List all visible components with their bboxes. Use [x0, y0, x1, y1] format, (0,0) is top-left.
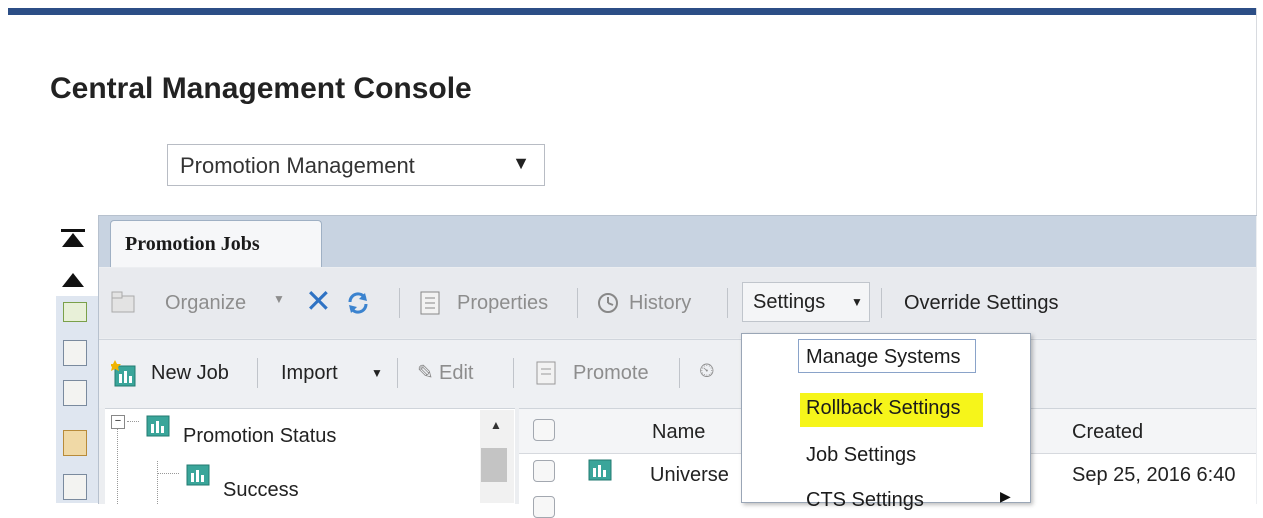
new-job-icon: [111, 360, 136, 387]
organize-button[interactable]: Organize: [165, 292, 246, 315]
settings-button[interactable]: Settings ▼: [742, 282, 870, 322]
tree-connector: [117, 429, 119, 504]
chevron-down-icon: ▼: [273, 292, 285, 306]
row-name: Universe: [650, 464, 729, 486]
job-icon: [588, 459, 612, 481]
delete-icon[interactable]: ✕: [305, 282, 332, 320]
chevron-down-icon: ▼: [371, 366, 383, 380]
toolbar-secondary: New Job Import ▼ ✎ Edit Promote ⏲: [99, 339, 1256, 408]
submenu-arrow-icon: ▶: [1000, 488, 1011, 504]
scroll-up-arrow-icon[interactable]: ▲: [490, 418, 502, 432]
toolbar-separator: [577, 288, 578, 318]
collapse-icon[interactable]: −: [111, 415, 125, 429]
folder-grid-icon[interactable]: [63, 430, 87, 456]
tree-scroll-thumb[interactable]: [481, 448, 507, 482]
import-button[interactable]: Import: [281, 362, 338, 385]
area-select-value: Promotion Management: [180, 153, 415, 178]
menu-item-manage-systems[interactable]: Manage Systems: [806, 346, 961, 369]
tree-pane: − Promotion Status Success: [105, 408, 515, 504]
toolbar-separator: [257, 358, 258, 388]
edit-button[interactable]: Edit: [439, 362, 473, 385]
area-select[interactable]: Promotion Management ▼: [167, 144, 545, 186]
toolbar-separator: [397, 358, 398, 388]
toolbar-primary: Organize ▼ ✕ Properties History Settings…: [99, 268, 1256, 338]
select-all-checkbox[interactable]: [533, 419, 555, 441]
new-job-button[interactable]: New Job: [151, 362, 229, 385]
menu-item-rollback-settings[interactable]: Rollback Settings: [806, 397, 961, 420]
row-checkbox[interactable]: [533, 460, 555, 482]
row-created: Sep 25, 2016 6:40: [1072, 464, 1236, 486]
scroll-to-top-bar-icon: [61, 229, 85, 232]
users-icon[interactable]: [63, 302, 87, 322]
settings-label: Settings: [753, 291, 826, 313]
properties-icon[interactable]: [63, 340, 87, 366]
document-icon[interactable]: [63, 474, 87, 500]
override-settings-button[interactable]: Override Settings: [904, 292, 1059, 315]
history-icon: [598, 293, 618, 313]
clipboard-icon[interactable]: [63, 380, 87, 406]
tree-connector: [127, 421, 139, 423]
tab-label: Promotion Jobs: [125, 233, 260, 255]
tab-promotion-jobs[interactable]: Promotion Jobs: [110, 220, 322, 267]
column-name-header[interactable]: Name: [652, 421, 705, 444]
scroll-to-top-icon[interactable]: [62, 233, 84, 247]
schedule-icon[interactable]: ⏲: [699, 360, 715, 383]
chevron-down-icon: ▼: [851, 295, 863, 309]
tree-item-success[interactable]: Success: [223, 479, 299, 502]
tree-connector: [157, 473, 179, 475]
refresh-icon[interactable]: [345, 290, 371, 316]
menu-item-job-settings[interactable]: Job Settings: [806, 444, 916, 467]
status-folder-icon: [186, 464, 210, 486]
settings-menu: Manage Systems Rollback Settings Job Set…: [741, 333, 1031, 511]
tree-item-promotion-status[interactable]: Promotion Status: [183, 425, 336, 448]
history-button[interactable]: History: [629, 292, 691, 315]
toolbar-separator: [513, 358, 514, 388]
menu-item-cts-settings[interactable]: CTS Settings: [806, 489, 924, 512]
toolbar-separator: [881, 288, 882, 318]
tree-connector: [157, 461, 159, 504]
row-checkbox[interactable]: [533, 496, 555, 518]
chevron-down-icon: ▼: [512, 153, 530, 173]
top-brand-bar: [8, 8, 1256, 15]
properties-button[interactable]: Properties: [457, 292, 548, 315]
left-tool-column: [56, 296, 99, 503]
toolbar-separator: [399, 288, 400, 318]
promote-icon: [536, 361, 556, 385]
scroll-up-icon[interactable]: [62, 273, 84, 287]
pencil-icon: ✎: [417, 362, 434, 384]
toolbar-separator: [679, 358, 680, 388]
toolbar-separator: [727, 288, 728, 318]
properties-icon: [420, 291, 440, 315]
status-folder-icon: [146, 415, 170, 437]
page-title: Central Management Console: [50, 72, 472, 105]
folder-icon: [111, 291, 135, 313]
column-created-header[interactable]: Created: [1072, 421, 1143, 444]
promote-button[interactable]: Promote: [573, 362, 649, 385]
